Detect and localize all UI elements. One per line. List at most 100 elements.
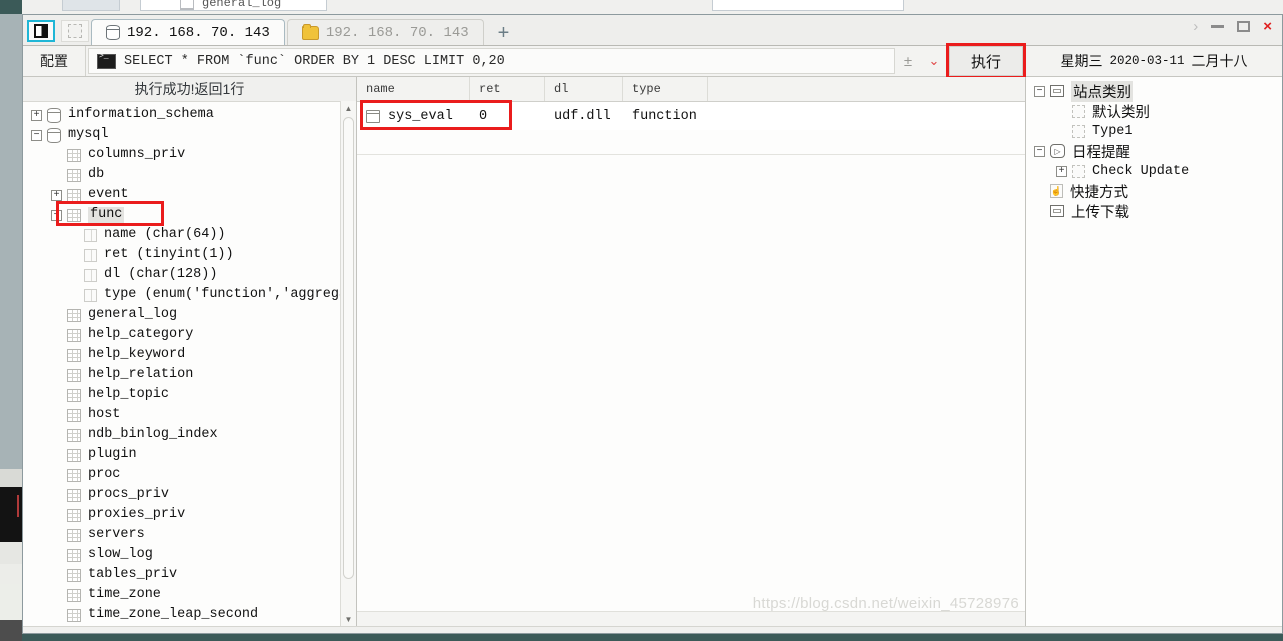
execute-button[interactable]: 执行 <box>949 46 1023 76</box>
status-message: 执行成功!返回1行 <box>23 77 356 102</box>
collapse-icon[interactable]: − <box>31 129 42 141</box>
new-tab-button[interactable]: + <box>486 23 522 45</box>
result-grid-rows: sys_eval 0 udf.dll function <box>357 100 1025 626</box>
grid-separator <box>357 154 1025 155</box>
site-tree-node[interactable]: ☝ 快捷方式 <box>1026 181 1282 201</box>
site-tree-node-label: Check Update <box>1092 163 1190 179</box>
scrollbar-track[interactable] <box>342 115 355 612</box>
tree-node[interactable]: − func <box>23 205 356 225</box>
tree-node[interactable]: help_relation <box>23 365 356 385</box>
application-window: 192. 168. 70. 143 192. 168. 70. 143 + › … <box>22 14 1283 634</box>
site-tree-node[interactable]: Type1 <box>1026 121 1282 141</box>
scroll-down-arrow[interactable]: ▼ <box>341 612 356 626</box>
config-button[interactable]: 配置 <box>23 46 86 76</box>
expand-icon[interactable]: + <box>51 189 62 201</box>
tree-node[interactable]: slow_log <box>23 545 356 565</box>
tab-connection-folder[interactable]: 192. 168. 70. 143 <box>286 19 484 45</box>
collapse-icon[interactable]: − <box>1034 85 1045 97</box>
tree-node-label: mysql <box>68 127 109 143</box>
table-icon <box>67 168 81 182</box>
tree-node[interactable]: dl (char(128)) <box>23 265 356 285</box>
tree-node[interactable]: servers <box>23 525 356 545</box>
scroll-up-arrow[interactable]: ▲ <box>341 101 356 115</box>
tree-node[interactable]: time_zone_leap_second <box>23 605 356 625</box>
tree-node[interactable]: + event <box>23 185 356 205</box>
tree-node[interactable]: general_log <box>23 305 356 325</box>
tree-node[interactable]: help_topic <box>23 385 356 405</box>
site-tree-node[interactable]: + Check Update <box>1026 161 1282 181</box>
plus-minus-icon[interactable]: ± <box>895 46 921 76</box>
tree-node[interactable]: ret (tinyint(1)) <box>23 245 356 265</box>
tree-node[interactable]: − mysql <box>23 125 356 145</box>
close-icon[interactable]: × <box>1263 19 1272 34</box>
tree-node[interactable]: + information_schema <box>23 105 356 125</box>
database-tree[interactable]: + information_schema − mysql columns_privdb +… <box>23 102 356 626</box>
tree-node[interactable]: proc <box>23 465 356 485</box>
placeholder-toggle-button[interactable] <box>61 20 89 42</box>
scrollbar-thumb[interactable] <box>343 117 354 579</box>
tree-node[interactable]: ndb_binlog_index <box>23 425 356 445</box>
table-row[interactable]: sys_eval 0 udf.dll function <box>357 102 1025 130</box>
minimize-icon[interactable] <box>1211 25 1225 28</box>
tree-node-label: help_category <box>88 327 194 343</box>
tree-node[interactable]: time_zone_name <box>23 625 356 626</box>
site-tree-node[interactable]: 默认类别 <box>1026 101 1282 121</box>
column-header[interactable]: type <box>623 77 708 101</box>
site-tree-node[interactable]: 上传下载 <box>1026 201 1282 221</box>
table-icon <box>67 488 81 502</box>
site-tree-node-label: 快捷方式 <box>1070 184 1128 201</box>
site-tree-node[interactable]: − ▷ 日程提醒 <box>1026 141 1282 161</box>
column-header[interactable]: name <box>357 77 470 101</box>
column-header[interactable] <box>708 77 1025 101</box>
sql-input[interactable]: SELECT * FROM `func` ORDER BY 1 DESC LIM… <box>88 48 895 74</box>
tree-node[interactable]: columns_priv <box>23 145 356 165</box>
tree-node-label: columns_priv <box>88 147 186 163</box>
chevron-down-icon[interactable]: ⌄ <box>921 46 947 76</box>
tree-node[interactable]: procs_priv <box>23 485 356 505</box>
tree-node-label: slow_log <box>88 547 153 563</box>
tree-node-label: proxies_priv <box>88 507 186 523</box>
tree-scrollbar[interactable]: ▲ ▼ <box>340 101 356 626</box>
calendar-icon: ▷ <box>1050 144 1065 158</box>
table-icon <box>67 148 81 162</box>
cell-text: sys_eval <box>388 108 453 124</box>
tab-connection-active[interactable]: 192. 168. 70. 143 <box>91 19 285 45</box>
tree-node[interactable]: name (char(64)) <box>23 225 356 245</box>
tree-node[interactable]: help_keyword <box>23 345 356 365</box>
tree-node[interactable]: type (enum('function','aggregat <box>23 285 356 305</box>
tree-node[interactable]: proxies_priv <box>23 505 356 525</box>
expand-icon[interactable]: + <box>1056 165 1067 177</box>
cell-name: sys_eval <box>357 109 470 124</box>
column-header[interactable]: dl <box>545 77 623 101</box>
tree-node-label: name (char(64)) <box>104 227 226 243</box>
panel-toggle-button[interactable] <box>27 20 55 42</box>
tree-node-label: servers <box>88 527 145 543</box>
tree-node[interactable]: help_category <box>23 325 356 345</box>
column-header[interactable]: ret <box>470 77 545 101</box>
dashed-icon <box>1072 104 1085 118</box>
tree-node-label: db <box>88 167 105 183</box>
maximize-icon[interactable] <box>1237 21 1251 32</box>
table-icon <box>67 568 81 582</box>
column-icon <box>84 268 97 282</box>
table-icon <box>67 388 81 402</box>
tree-node[interactable]: host <box>23 405 356 425</box>
tree-node[interactable]: db <box>23 165 356 185</box>
tree-node[interactable]: plugin <box>23 445 356 465</box>
site-tree-panel[interactable]: − 站点类别 默认类别 Type1− ▷ 日程提醒 + Check Update ☝ 快捷方式 上传… <box>1026 77 1282 626</box>
site-tree-node-label: 日程提醒 <box>1072 144 1130 161</box>
database-icon <box>47 127 61 143</box>
tree-node[interactable]: time_zone <box>23 585 356 605</box>
chevron-right-icon[interactable]: › <box>1193 19 1198 34</box>
expand-icon[interactable]: + <box>31 109 42 121</box>
collapse-icon[interactable]: − <box>51 209 62 221</box>
tree-node-label: information_schema <box>68 107 214 123</box>
tree-node[interactable]: tables_priv <box>23 565 356 585</box>
site-tree-node[interactable]: − 站点类别 <box>1026 80 1282 102</box>
collapse-icon[interactable]: − <box>1034 145 1045 157</box>
